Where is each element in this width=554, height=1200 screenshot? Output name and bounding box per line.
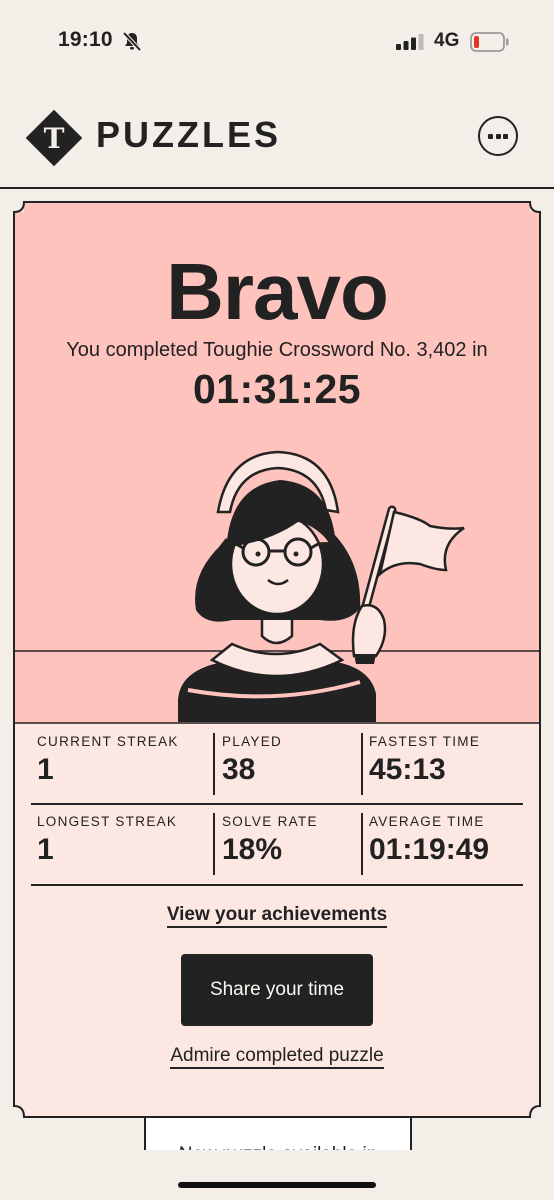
home-indicator[interactable] <box>178 1182 376 1188</box>
admire-puzzle-label: Admire completed puzzle <box>170 1045 384 1069</box>
stat-value: 01:19:49 <box>369 833 490 866</box>
next-puzzle-card: New puzzle available in <box>144 1118 412 1152</box>
stat-played: PLAYED 38 <box>222 734 282 787</box>
stat-label: PLAYED <box>222 734 283 749</box>
stats-column-divider <box>213 733 215 795</box>
stat-solve-rate: SOLVE RATE 18% <box>222 814 318 867</box>
admire-puzzle-link[interactable]: Admire completed puzzle <box>0 1045 554 1069</box>
stat-fastest-time: FASTEST TIME 45:13 <box>369 734 480 787</box>
stat-value: 1 <box>37 753 54 786</box>
share-time-button[interactable]: Share your time <box>181 954 373 1026</box>
stat-label: CURRENT STREAK <box>37 734 179 749</box>
stats-divider <box>31 884 523 886</box>
stat-value: 38 <box>222 753 256 786</box>
view-achievements-link[interactable]: View your achievements <box>0 904 554 928</box>
stats-column-divider <box>361 813 363 875</box>
stats-divider <box>31 803 523 805</box>
stats-column-divider <box>213 813 215 875</box>
bottom-area <box>0 1150 554 1200</box>
stat-label: LONGEST STREAK <box>37 814 178 829</box>
stat-average-time: AVERAGE TIME 01:19:49 <box>369 814 489 867</box>
stats-column-divider <box>361 733 363 795</box>
stats-grid: CURRENT STREAK 1 PLAYED 38 FASTEST TIME … <box>0 0 554 900</box>
stat-value: 18% <box>222 833 283 866</box>
view-achievements-label: View your achievements <box>166 904 388 928</box>
stat-value: 1 <box>37 833 54 866</box>
stat-label: AVERAGE TIME <box>369 814 485 829</box>
stat-label: SOLVE RATE <box>222 814 318 829</box>
page: 19:10 4G T PUZZLES Bravo You completed T… <box>0 0 554 1200</box>
stat-value: 45:13 <box>369 753 446 786</box>
stat-longest-streak: LONGEST STREAK 1 <box>37 814 177 867</box>
stat-current-streak: CURRENT STREAK 1 <box>37 734 179 787</box>
stat-label: FASTEST TIME <box>369 734 481 749</box>
